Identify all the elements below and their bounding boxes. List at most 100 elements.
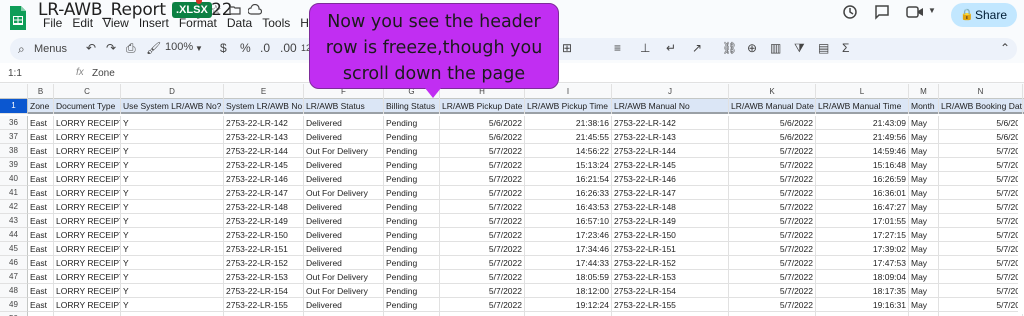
table-cell[interactable]: 5/7/2022 [729,144,816,158]
zoom-dropdown-icon[interactable]: ▼ [195,44,203,53]
table-cell[interactable]: 21:45:55 [525,130,612,144]
row-number[interactable]: 44 [0,228,28,242]
menu-edit[interactable]: Edit [67,16,98,30]
table-cell[interactable]: LORRY RECEIPT [54,200,121,214]
table-cell[interactable]: 5/7/2022 [440,284,525,298]
table-cell[interactable]: Delivered [304,200,384,214]
header-cell[interactable]: LR/AWB Manual No [612,99,729,114]
table-cell[interactable]: Y [121,214,224,228]
table-cell[interactable]: 2753-22-LR-143 [224,130,304,144]
table-cell[interactable]: East [28,256,54,270]
table-cell[interactable]: 5/7/20 [939,200,1023,214]
currency-format-button[interactable]: $ [220,41,227,55]
table-cell[interactable]: 2753-22-LR-154 [224,284,304,298]
table-cell[interactable]: 2753-22-LR-155 [612,298,729,312]
column-header-j[interactable]: J [612,84,729,99]
filter-views-icon[interactable]: ▤ [818,41,829,55]
table-cell[interactable]: 5/6/2022 [729,116,816,130]
table-cell[interactable]: Y [121,116,224,130]
horizontal-align-icon[interactable]: ≡ [614,41,621,55]
table-cell[interactable]: Delivered [304,298,384,312]
table-cell[interactable]: 2753-22-LR-145 [612,158,729,172]
menu-file[interactable]: File [38,16,67,30]
row-number[interactable]: 38 [0,144,28,158]
table-cell[interactable]: 18:05:59 [525,270,612,284]
table-cell[interactable]: 5/7/20 [939,256,1023,270]
table-cell[interactable]: May [909,312,939,316]
table-cell[interactable]: 16:43:53 [525,200,612,214]
table-cell[interactable]: 21:49:56 [816,130,909,144]
table-cell[interactable]: 5/7/20 [939,298,1023,312]
column-header-k[interactable]: K [729,84,816,99]
row-number[interactable]: 48 [0,284,28,298]
table-cell[interactable]: 2753-22-LR-155 [224,298,304,312]
table-cell[interactable]: LORRY RECEIPT [54,130,121,144]
table-cell[interactable]: Pending [384,172,440,186]
table-cell[interactable]: 5/7/20 [939,312,1023,316]
table-cell[interactable]: East [28,284,54,298]
table-cell[interactable]: LORRY RECEIPT [54,144,121,158]
table-cell[interactable]: 2753-22-LR-144 [224,144,304,158]
column-header-e[interactable]: E [224,84,304,99]
table-cell[interactable]: 15:16:48 [816,158,909,172]
table-cell[interactable]: 5/7/20 [939,284,1023,298]
header-cell[interactable]: LR/AWB Pickup Date [440,99,525,114]
table-cell[interactable]: Pending [384,270,440,284]
table-cell[interactable]: Y [121,270,224,284]
table-cell[interactable]: May [909,186,939,200]
table-cell[interactable]: 2753-22-LR-156 [612,312,729,316]
table-cell[interactable]: Delivered [304,116,384,130]
table-cell[interactable]: Pending [384,284,440,298]
header-cell[interactable]: LR/AWB Manual Date [729,99,816,114]
table-cell[interactable]: Y [121,144,224,158]
header-cell[interactable]: LR/AWB Pickup Time [525,99,612,114]
table-cell[interactable]: 2753-22-LR-151 [224,242,304,256]
table-cell[interactable]: May [909,228,939,242]
table-cell[interactable]: East [28,242,54,256]
table-cell[interactable]: 2753-22-LR-153 [224,270,304,284]
table-cell[interactable]: Y [121,172,224,186]
table-cell[interactable]: Pending [384,200,440,214]
table-cell[interactable]: 5/7/2022 [729,270,816,284]
select-all-corner[interactable] [0,84,28,99]
spreadsheet-grid[interactable]: BCDEFGHIJKLMN 1 Zone Document Type Use Syst… [0,84,1024,316]
table-cell[interactable]: 5/7/2022 [440,214,525,228]
table-cell[interactable]: 16:26:59 [816,172,909,186]
vertical-align-icon[interactable]: ⊥ [640,41,650,55]
table-cell[interactable]: Out For Delivery [304,144,384,158]
table-cell[interactable]: 2753-22-LR-146 [224,172,304,186]
header-cell[interactable]: Zone [28,99,54,114]
print-icon[interactable]: ⎙ [126,41,136,56]
table-cell[interactable]: 5/6/2022 [440,130,525,144]
table-cell[interactable]: Y [121,256,224,270]
table-cell[interactable]: Delivered [304,214,384,228]
table-cell[interactable]: Out For Delivery [304,186,384,200]
table-cell[interactable]: 18:09:04 [816,270,909,284]
table-cell[interactable]: Delivered [304,228,384,242]
table-cell[interactable]: 2753-22-LR-154 [612,284,729,298]
table-cell[interactable]: 18:12:00 [525,284,612,298]
decrease-decimal-icon[interactable]: .0 [260,41,270,55]
table-cell[interactable]: 14:59:46 [816,144,909,158]
table-cell[interactable]: 5/7/2022 [440,144,525,158]
row-number[interactable]: 37 [0,130,28,144]
table-cell[interactable]: LORRY RECEIPT [54,284,121,298]
table-cell[interactable]: May [909,200,939,214]
table-cell[interactable]: 16:36:01 [816,186,909,200]
table-cell[interactable]: 19:26:06 [816,312,909,316]
table-cell[interactable]: 2753-22-LR-145 [224,158,304,172]
table-cell[interactable]: 5/7/20 [939,186,1023,200]
table-cell[interactable]: May [909,144,939,158]
table-cell[interactable]: LORRY RECEIPT [54,116,121,130]
menu-format[interactable]: Format [174,16,222,30]
table-cell[interactable]: May [909,158,939,172]
table-cell[interactable]: 5/6/20 [939,130,1023,144]
table-cell[interactable]: Y [121,242,224,256]
table-cell[interactable]: 17:44:33 [525,256,612,270]
row-number[interactable]: 46 [0,256,28,270]
text-wrap-icon[interactable]: ↵ [666,41,676,55]
table-cell[interactable]: May [909,130,939,144]
table-cell[interactable]: East [28,186,54,200]
table-cell[interactable]: LORRY RECEIPT [54,214,121,228]
table-cell[interactable]: LORRY RECEIPT [54,158,121,172]
